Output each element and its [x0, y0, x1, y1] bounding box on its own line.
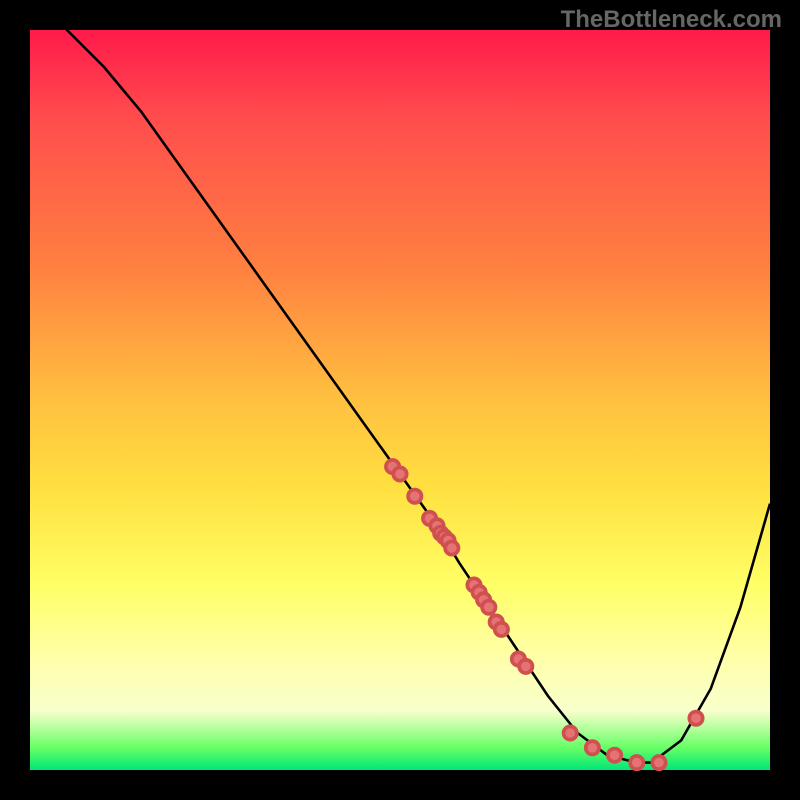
data-point — [519, 660, 532, 673]
data-point — [586, 741, 599, 754]
data-point — [482, 601, 495, 614]
chart-plot-area — [30, 30, 770, 770]
data-point — [445, 541, 458, 554]
data-point — [564, 726, 577, 739]
data-points-group — [386, 460, 703, 769]
chart-svg — [30, 30, 770, 770]
data-point — [630, 756, 643, 769]
data-point — [495, 623, 508, 636]
data-point — [608, 749, 621, 762]
data-point — [689, 712, 702, 725]
data-point — [408, 490, 421, 503]
data-point — [652, 756, 665, 769]
data-point — [393, 467, 406, 480]
bottleneck-curve — [30, 0, 770, 763]
watermark-text: TheBottleneck.com — [561, 6, 782, 34]
